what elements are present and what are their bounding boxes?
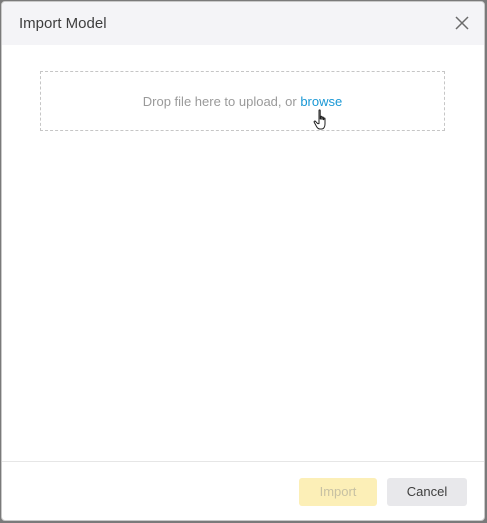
import-model-dialog: Import Model Drop file here to upload, o… — [1, 1, 485, 521]
dialog-title: Import Model — [19, 15, 107, 32]
footer-divider — [2, 461, 484, 462]
close-icon — [455, 16, 469, 30]
close-button[interactable] — [450, 11, 474, 35]
dialog-header: Import Model — [2, 2, 484, 45]
file-dropzone[interactable]: Drop file here to upload, or browse — [40, 71, 445, 131]
hand-cursor-icon — [313, 109, 326, 130]
browse-link[interactable]: browse — [300, 94, 342, 109]
dropzone-message: Drop file here to upload, or browse — [41, 94, 444, 110]
cancel-button[interactable]: Cancel — [387, 478, 467, 506]
dropzone-text: Drop file here to upload, or — [142, 94, 301, 109]
import-button[interactable]: Import — [299, 478, 377, 506]
